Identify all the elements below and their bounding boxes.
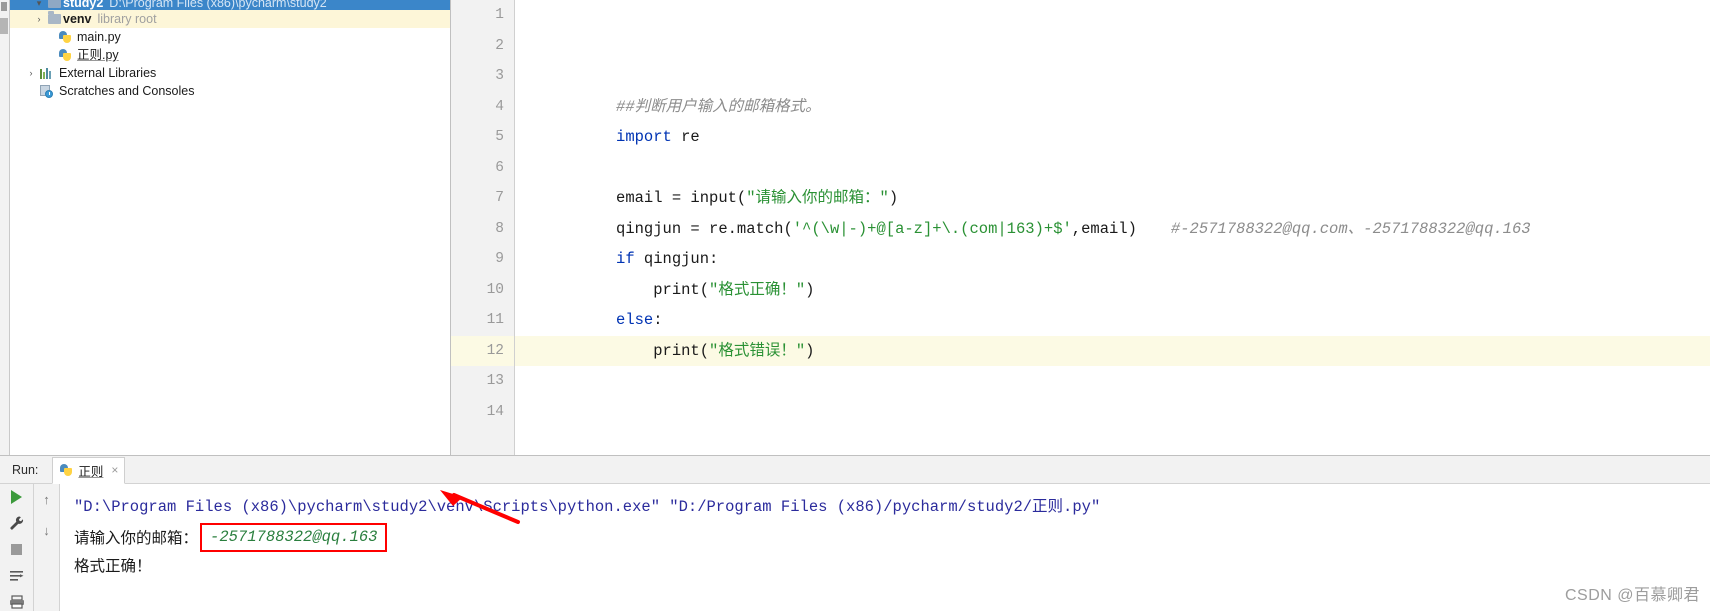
console-command-line: "D:\Program Files (x86)\pycharm\study2\v…	[74, 498, 1101, 516]
line-number: 10	[486, 281, 504, 298]
tree-label-external-libraries: External Libraries	[59, 66, 157, 80]
line-number: 6	[495, 159, 504, 176]
console-prompt-text: 请输入你的邮箱：	[74, 530, 199, 548]
code-text: ,email)	[1071, 219, 1137, 238]
soft-wrap-icon[interactable]	[8, 567, 26, 584]
code-text-area[interactable]: ##判断用户输入的邮箱格式。 import re email = input("…	[515, 0, 1710, 455]
stop-icon[interactable]	[8, 541, 26, 558]
run-panel-label: Run:	[12, 463, 39, 477]
project-tree-panel[interactable]: ▾ study2 D:\Program Files (x86)\pycharm\…	[10, 0, 451, 455]
line-number: 1	[495, 7, 504, 23]
pycharm-window: ▾ study2 D:\Program Files (x86)\pycharm\…	[0, 0, 1710, 611]
tree-item-main-py[interactable]: main.py	[10, 28, 450, 46]
code-line-2[interactable]	[515, 31, 1710, 62]
code-line-1[interactable]	[515, 0, 1710, 31]
tree-item-venv[interactable]: › venv library root	[10, 10, 450, 28]
python-file-icon	[59, 463, 73, 477]
left-tool-strip[interactable]	[0, 0, 10, 455]
code-regex-string: '^(\w|-)+@[a-z]+\.(com|163)+$'	[792, 219, 1072, 238]
code-text: )	[805, 341, 815, 360]
code-keyword-if: if	[616, 250, 635, 268]
csdn-watermark: CSDN @百慕卿君	[1564, 587, 1700, 604]
code-keyword-import: import	[616, 128, 672, 146]
tool-strip-nub-2	[0, 18, 8, 34]
tool-strip-nub	[1, 2, 7, 11]
code-text: email = input(	[616, 189, 747, 207]
line-number: 5	[495, 129, 504, 145]
tree-item-scratches-and-consoles[interactable]: Scratches and Consoles	[10, 82, 450, 100]
run-panel: Run: 正则 × ↑ ↓ "D:\Program Files (x86)\py…	[0, 456, 1710, 611]
line-number: 9	[495, 251, 504, 267]
tree-item-external-libraries[interactable]: › External Libraries	[10, 64, 450, 82]
scroll-down-icon[interactable]: ↓	[38, 521, 56, 539]
tree-item-zhengze-py[interactable]: 正则.py	[10, 46, 450, 64]
console-prompt-row: 请输入你的邮箱： -2571788322@qq.163	[74, 522, 1710, 552]
code-editor[interactable]: 1 2 3 4 5 6 7 8 9 10 11 12 13 14 ##判断用户输…	[451, 0, 1710, 455]
code-comment: #-2571788322@qq.com、-2571788322@qq.163	[1170, 219, 1531, 238]
close-icon[interactable]: ×	[111, 463, 118, 477]
python-file-icon	[56, 30, 73, 44]
run-tab-bar: Run: 正则 ×	[0, 456, 1710, 484]
code-text: print(	[616, 280, 710, 299]
line-number: 4	[495, 98, 504, 115]
run-tab-label: 正则	[78, 464, 104, 479]
code-module-re: re	[671, 128, 700, 146]
console-result-text: 格式正确！	[74, 558, 152, 576]
tree-sublabel-venv-library-root: library root	[97, 12, 157, 26]
code-comment: ##判断用户输入的邮箱格式。	[616, 97, 821, 116]
run-tab-zhengze[interactable]: 正则 ×	[52, 456, 126, 484]
folder-icon	[46, 0, 63, 8]
console-user-input-highlight[interactable]: -2571788322@qq.163	[200, 522, 388, 552]
code-line-11[interactable]: print("格式错误！")	[515, 305, 1710, 360]
run-button[interactable]	[8, 488, 26, 505]
run-console-output[interactable]: "D:\Program Files (x86)\pycharm\study2\v…	[60, 484, 1710, 611]
code-text: print(	[616, 341, 710, 360]
line-number: 7	[495, 190, 504, 206]
line-number: 13	[486, 373, 504, 389]
python-file-icon	[56, 48, 73, 62]
tree-sublabel-study2-path: D:\Program Files (x86)\pycharm\study2	[109, 0, 327, 10]
twisty-icon-external-libraries[interactable]: ›	[24, 64, 38, 82]
tree-label-scratches-and-consoles: Scratches and Consoles	[59, 84, 195, 98]
code-string: "请输入你的邮箱："	[746, 189, 889, 207]
code-keyword-else: else	[616, 311, 654, 329]
run-toolbar-left	[0, 484, 34, 611]
line-number: 8	[495, 220, 504, 237]
run-body: ↑ ↓ "D:\Program Files (x86)\pycharm\stud…	[0, 484, 1710, 611]
code-line-13[interactable]	[515, 366, 1710, 397]
code-text: qingjun:	[634, 250, 719, 268]
library-icon	[38, 67, 55, 79]
twisty-icon-venv[interactable]: ›	[32, 10, 46, 28]
tree-label-venv: venv	[63, 12, 92, 26]
tree-label-study2: study2	[63, 0, 104, 10]
tree-label-main-py: main.py	[77, 30, 121, 44]
run-toolbar-second: ↑ ↓	[34, 484, 60, 611]
line-number: 3	[495, 68, 504, 84]
wrench-icon[interactable]	[8, 514, 26, 531]
code-text: :	[653, 311, 663, 329]
line-number: 11	[486, 312, 504, 328]
code-line-3[interactable]: ##判断用户输入的邮箱格式。	[515, 61, 1710, 116]
line-number: 2	[495, 37, 504, 54]
tree-label-zhengze-py: 正则.py	[77, 48, 119, 62]
tree-item-study2[interactable]: ▾ study2 D:\Program Files (x86)\pycharm\…	[10, 0, 450, 10]
line-number-gutter: 1 2 3 4 5 6 7 8 9 10 11 12 13 14	[451, 0, 515, 455]
code-string: "格式正确！"	[709, 280, 806, 299]
line-number: 14	[486, 403, 504, 420]
code-line-6[interactable]: email = input("请输入你的邮箱：")	[515, 153, 1710, 207]
code-text: )	[888, 189, 899, 207]
scratches-icon	[38, 84, 55, 98]
folder-icon	[46, 11, 63, 24]
code-text: qingjun = re.match(	[616, 219, 793, 238]
print-icon[interactable]	[8, 594, 26, 611]
code-text: )	[805, 280, 815, 299]
code-string: "格式错误！"	[709, 341, 806, 360]
scroll-up-icon[interactable]: ↑	[38, 490, 56, 508]
code-line-14[interactable]	[515, 397, 1710, 428]
line-number-current: 12	[451, 335, 514, 366]
top-area: ▾ study2 D:\Program Files (x86)\pycharm\…	[0, 0, 1710, 455]
